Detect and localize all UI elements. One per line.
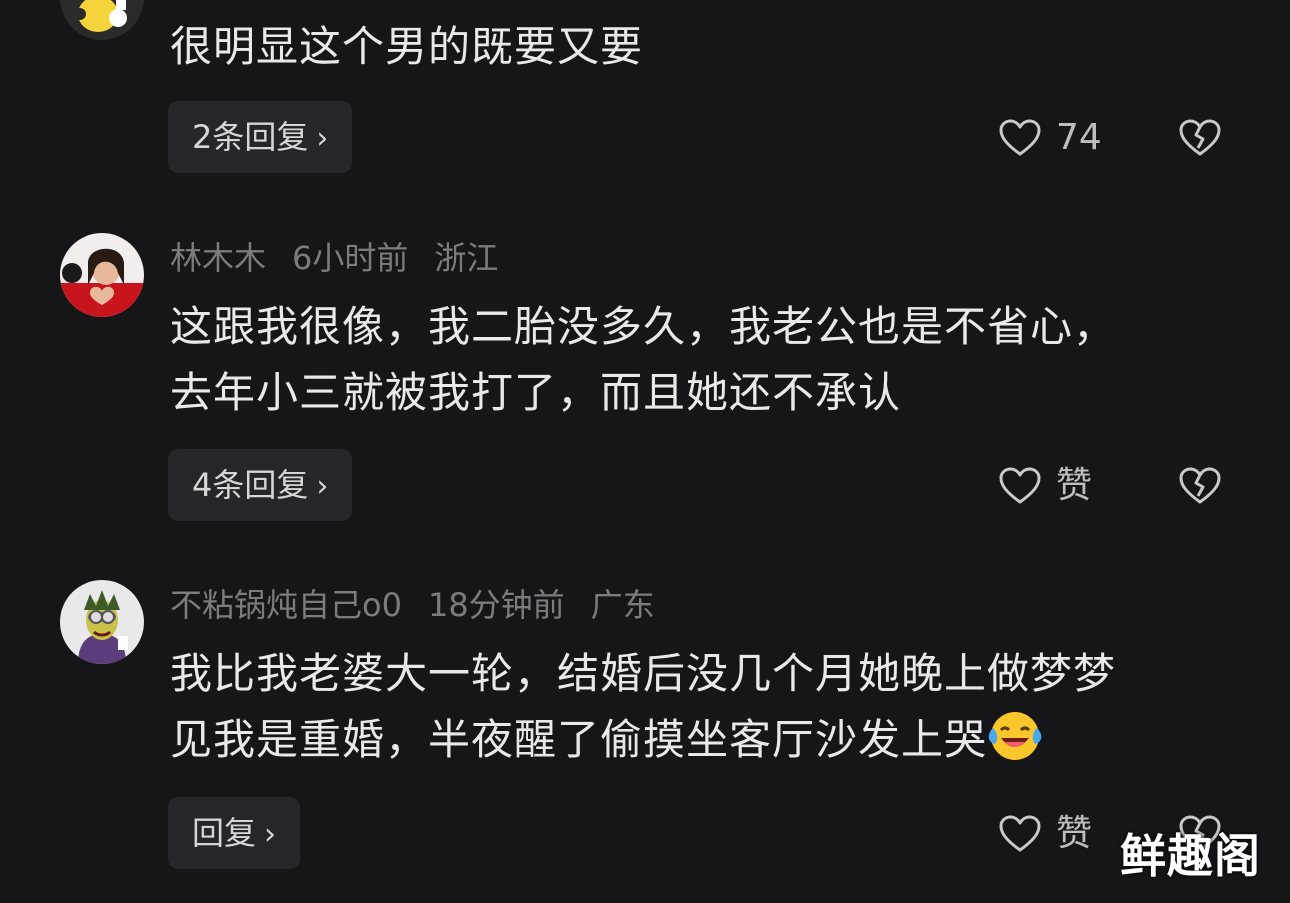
comment-text-line: 这跟我很像，我二胎没多久，我老公也是不省心， <box>170 302 1117 351</box>
avatar-image <box>60 233 144 317</box>
like-label: 赞 <box>1056 465 1093 506</box>
username[interactable]: 林木木 <box>170 239 266 277</box>
reply-label: 回复 <box>192 814 257 852</box>
reply-label: 4条回复 <box>192 466 309 504</box>
timestamp: 18分钟前 <box>427 586 565 624</box>
avatar-image <box>60 580 144 664</box>
avatar-image <box>60 0 144 40</box>
broken-heart-icon[interactable] <box>1178 118 1222 158</box>
laughing-crying-emoji <box>988 712 1042 760</box>
like-count: 74 <box>1056 117 1102 158</box>
like-button[interactable]: 赞 <box>998 812 1092 856</box>
comment-text-line: 我比我老婆大一轮，结婚后没几个月她晚上做梦梦 <box>170 649 1117 698</box>
watermark: 鲜趣阁 <box>1120 829 1261 883</box>
like-button[interactable]: 赞 <box>998 464 1092 508</box>
location: 广东 <box>590 586 655 624</box>
avatar[interactable] <box>60 580 144 664</box>
view-replies-button[interactable]: 4条回复 › <box>168 449 353 521</box>
heart-icon <box>999 815 1041 852</box>
comment-text: 这跟我很像，我二胎没多久，我老公也是不省心， 去年小三就被我打了，而且她还不承认 <box>170 294 1250 426</box>
comment-text-line: 见我是重婚，半夜醒了偷摸坐客厅沙发上哭 <box>170 715 988 764</box>
comment-text-line: 去年小三就被我打了，而且她还不承认 <box>170 368 902 417</box>
chevron-right-icon: › <box>264 817 277 852</box>
heart-icon <box>999 467 1041 504</box>
chevron-right-icon: › <box>316 469 329 504</box>
like-label: 赞 <box>1056 813 1093 854</box>
timestamp: 6小时前 <box>292 239 409 277</box>
reply-label: 2条回复 <box>192 118 309 156</box>
avatar[interactable] <box>60 0 144 40</box>
location: 浙江 <box>434 239 499 277</box>
chevron-right-icon: › <box>316 121 329 156</box>
heart-icon <box>999 119 1041 156</box>
broken-heart-icon[interactable] <box>1178 466 1222 506</box>
comment-meta: 林木木 6小时前 浙江 <box>170 238 524 278</box>
username[interactable]: 不粘锅炖自己o0 <box>170 586 402 624</box>
avatar[interactable] <box>60 233 144 317</box>
comment-text-line-with-emoji: 见我是重婚，半夜醒了偷摸坐客厅沙发上哭 <box>170 707 1250 773</box>
comment-text: 很明显这个男的既要又要 <box>170 22 644 71</box>
view-replies-button[interactable]: 2条回复 › <box>168 101 353 173</box>
comment-meta: 不粘锅炖自己o0 18分钟前 广东 <box>170 585 681 625</box>
reply-button[interactable]: 回复 › <box>168 797 301 869</box>
like-button[interactable]: 74 <box>998 116 1102 160</box>
comment-text: 我比我老婆大一轮，结婚后没几个月她晚上做梦梦 见我是重婚，半夜醒了偷摸坐客厅沙发… <box>170 641 1250 773</box>
